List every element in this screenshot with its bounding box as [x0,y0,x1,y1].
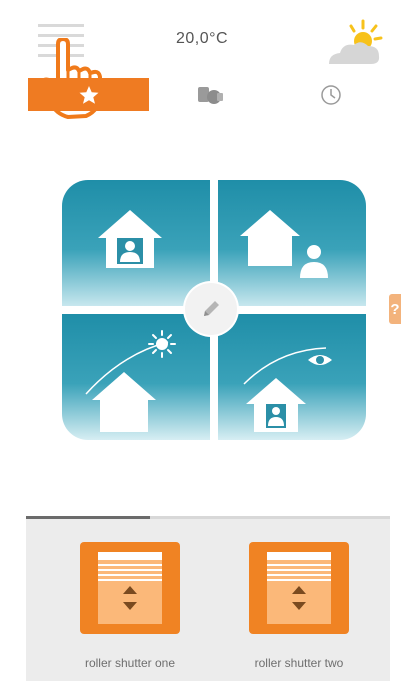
device-label: roller shutter one [84,656,176,670]
top-bar: 20,0°C [0,0,401,119]
roller-shutter-icon [98,552,162,624]
pencil-icon [204,301,219,316]
home-person-inside-icon [98,210,162,268]
tab-scenes[interactable] [150,78,270,111]
edit-scenes-button[interactable] [185,283,237,335]
roller-shutter-two-button[interactable] [249,542,349,634]
tab-timer[interactable] [271,78,391,111]
device-label: roller shutter two [254,656,344,670]
device-roller-shutter-one: roller shutter one [75,542,185,670]
scene-tile-home-sun[interactable] [62,314,210,440]
star-icon [79,85,98,104]
help-button[interactable]: ? [389,294,401,324]
clock-icon [321,84,341,105]
tab-favorites[interactable] [28,78,149,111]
scene-devices-icon [198,86,223,104]
scene-tile-home-inside[interactable] [62,180,210,306]
scene-tile-home-away[interactable] [218,180,366,306]
sun-cloud-icon[interactable] [323,18,385,70]
home-sun-icon [85,330,176,432]
temperature-label: 20,0°C [176,30,229,47]
roller-shutter-one-button[interactable] [80,542,180,634]
roller-shutter-icon [267,552,331,624]
home-eye-icon [243,347,332,432]
scene-tile-home-watch[interactable] [218,314,366,440]
home-person-away-icon [240,210,328,278]
tab-bar [0,78,401,111]
device-roller-shutter-two: roller shutter two [244,542,354,670]
